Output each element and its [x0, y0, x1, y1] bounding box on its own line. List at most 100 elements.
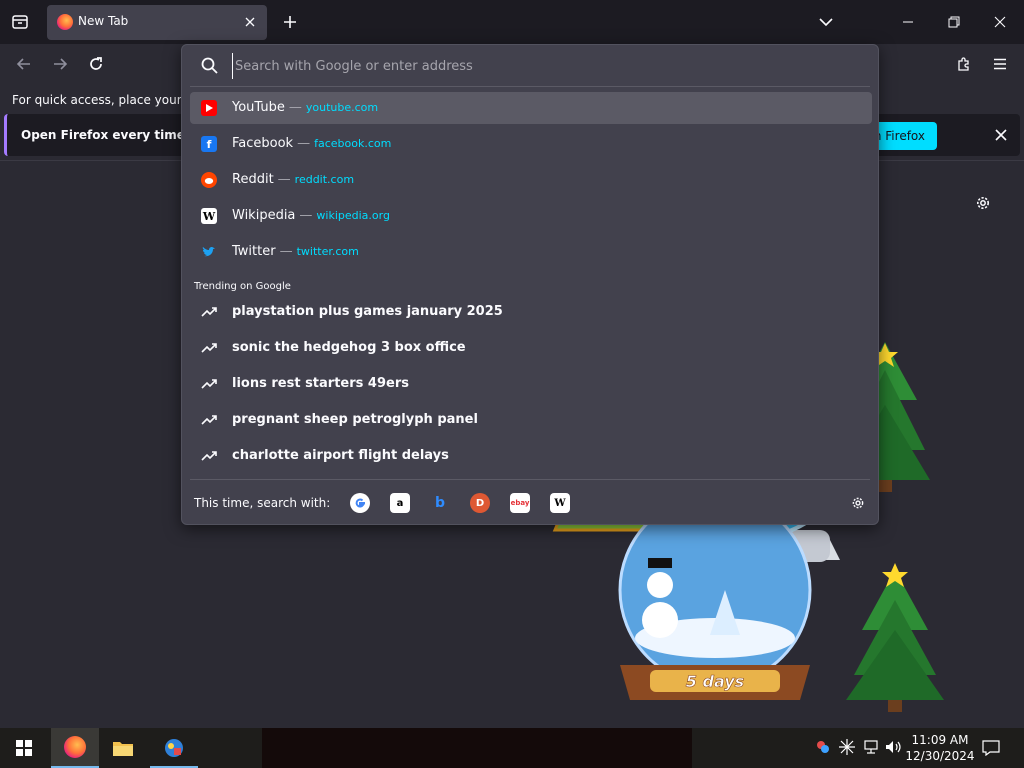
back-button[interactable] — [10, 50, 38, 78]
divider — [190, 479, 870, 480]
tray-sparkle-icon[interactable] — [838, 738, 856, 756]
firefox-view-button[interactable] — [6, 8, 34, 36]
separator-dash: — — [299, 208, 313, 223]
arrow-left-icon — [16, 58, 30, 70]
suggestion-url: twitter.com — [296, 245, 359, 258]
trending-suggestion[interactable]: lions rest starters 49ers — [190, 368, 872, 400]
facebook-icon: f — [201, 136, 217, 152]
trending-icon — [201, 376, 217, 392]
suggestion-reddit[interactable]: Reddit — reddit.com — [190, 164, 872, 196]
clock-date: 12/30/2024 — [905, 749, 975, 763]
wikipedia-icon: W — [554, 497, 566, 509]
engine-wikipedia-button[interactable]: W — [550, 493, 570, 513]
puzzle-icon — [958, 57, 969, 71]
separator-dash: — — [297, 136, 311, 151]
google-icon — [355, 498, 365, 508]
suggestion-youtube[interactable]: YouTube — youtube.com — [190, 92, 872, 124]
wikipedia-icon: W — [201, 208, 217, 224]
tray-app-icon[interactable] — [814, 738, 832, 756]
restore-icon — [948, 16, 960, 28]
personalize-button[interactable] — [972, 192, 994, 214]
suggestion-url: facebook.com — [314, 137, 392, 150]
trending-suggestion[interactable]: sonic the hedgehog 3 box office — [190, 332, 872, 364]
firefox-icon — [57, 14, 73, 30]
suggestion-url: reddit.com — [294, 173, 355, 186]
separator-dash: — — [279, 244, 293, 259]
taskbar-file-explorer[interactable] — [99, 728, 147, 768]
window-close-button[interactable] — [980, 4, 1020, 40]
set-default-button[interactable]: n Firefox — [873, 122, 937, 150]
bookmarks-toolbar-hint: For quick access, place your boo — [12, 93, 208, 107]
engine-ebay-button[interactable]: ebay — [510, 493, 530, 513]
taskbar-app[interactable] — [150, 728, 198, 768]
tab-new-tab[interactable]: New Tab — [47, 5, 267, 40]
network-icon — [864, 740, 878, 754]
suggestion-title: Facebook — [232, 136, 294, 151]
tab-close-button[interactable] — [241, 13, 259, 31]
separator-dash: — — [288, 100, 302, 115]
suggestion-url: youtube.com — [305, 101, 379, 114]
twitter-icon — [201, 244, 217, 260]
restore-button[interactable] — [934, 4, 974, 40]
notification-close-button[interactable] — [992, 126, 1010, 144]
suggestion-twitter[interactable]: Twitter — twitter.com — [190, 236, 872, 268]
engine-duckduckgo-button[interactable]: D — [470, 493, 490, 513]
trending-icon — [201, 304, 217, 320]
trending-icon — [201, 412, 217, 428]
windows-taskbar: 11:09 AM 12/30/2024 — [0, 728, 1024, 768]
taskbar-background — [262, 728, 692, 768]
suggestion-title: YouTube — [232, 100, 285, 115]
suggestion-wikipedia[interactable]: W Wikipedia — wikipedia.org — [190, 200, 872, 232]
suggestion-facebook[interactable]: f Facebook — facebook.com — [190, 128, 872, 160]
extensions-button[interactable] — [950, 50, 978, 78]
trending-suggestion[interactable]: pregnant sheep petroglyph panel — [190, 404, 872, 436]
clock-time: 11:09 AM — [911, 733, 969, 747]
trending-text: playstation plus games january 2025 — [232, 304, 503, 319]
gear-icon — [852, 497, 864, 509]
bing-icon: b — [434, 495, 446, 511]
engine-bing-button[interactable]: b — [430, 493, 450, 513]
gear-icon — [977, 197, 989, 209]
speaker-icon — [886, 741, 901, 753]
engine-google-button[interactable] — [350, 493, 370, 513]
trending-suggestion[interactable]: charlotte airport flight delays — [190, 440, 872, 472]
suggestion-title: Twitter — [232, 244, 276, 259]
reload-button[interactable] — [82, 50, 110, 78]
close-icon — [995, 129, 1007, 141]
plus-icon — [284, 16, 296, 28]
volume-button[interactable] — [885, 738, 903, 756]
ebay-icon: ebay — [510, 499, 530, 507]
trending-icon — [201, 340, 217, 356]
action-center-button[interactable] — [980, 737, 1002, 759]
arrow-right-icon — [54, 58, 68, 70]
network-button[interactable] — [862, 738, 880, 756]
windows-logo-icon — [16, 740, 32, 756]
divider — [190, 86, 870, 87]
engine-amazon-button[interactable]: a — [390, 493, 410, 513]
chevron-down-icon — [819, 18, 833, 27]
close-icon — [245, 17, 255, 27]
separator-dash: — — [277, 172, 291, 187]
new-tab-button[interactable] — [278, 8, 302, 36]
urlbar-dropdown: YouTube—youtube.com f Facebook—facebook.… — [181, 44, 879, 525]
taskbar-clock[interactable]: 11:09 AM 12/30/2024 — [904, 732, 976, 764]
suggestion-title: Reddit — [232, 172, 274, 187]
reload-icon — [90, 57, 102, 70]
notification-icon — [982, 740, 1000, 756]
search-icon — [201, 57, 218, 74]
search-input[interactable] — [232, 53, 852, 79]
amazon-icon: a — [396, 497, 404, 509]
sparkle-icon — [839, 739, 855, 755]
list-all-tabs-button[interactable] — [806, 4, 846, 40]
youtube-icon — [201, 100, 217, 116]
close-icon — [994, 16, 1006, 28]
minimize-button[interactable] — [888, 4, 928, 40]
search-settings-button[interactable] — [848, 493, 868, 513]
suggestion-title: Wikipedia — [232, 208, 296, 223]
trending-suggestion[interactable]: playstation plus games january 2025 — [190, 296, 872, 328]
start-button[interactable] — [0, 728, 48, 768]
taskbar-firefox[interactable] — [51, 728, 99, 768]
forward-button[interactable] — [46, 50, 74, 78]
app-menu-button[interactable] — [986, 50, 1014, 78]
reddit-icon — [201, 172, 217, 188]
